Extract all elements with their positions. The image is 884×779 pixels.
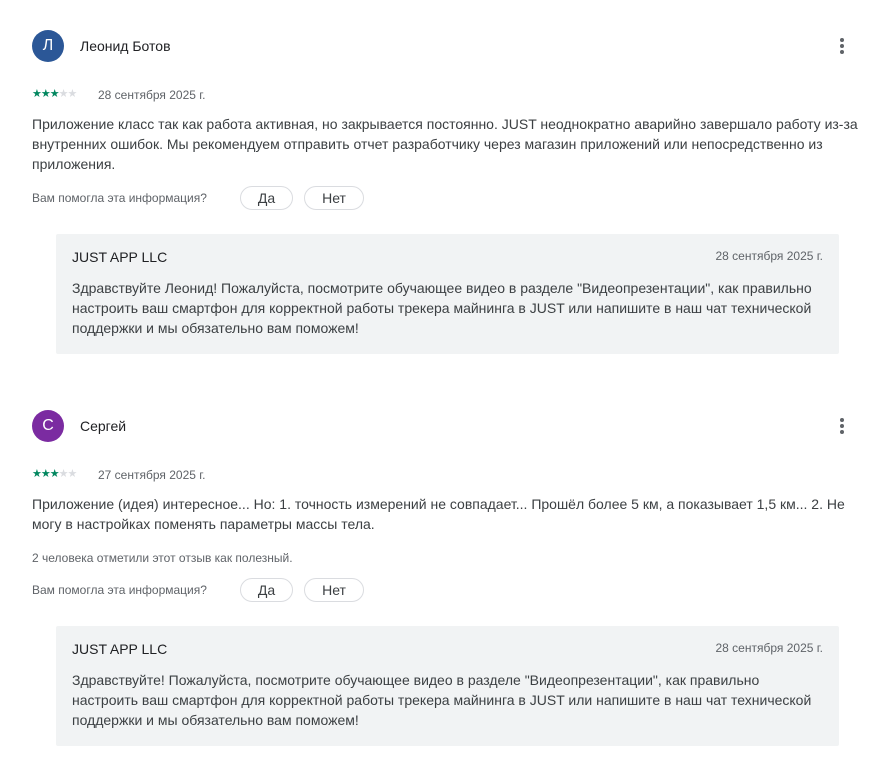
star-filled-icon: ★ (40, 88, 51, 100)
reply-text: Здравствуйте Леонид! Пожалуйста, посмотр… (72, 280, 812, 336)
reply-author: JUST APP LLC (72, 641, 168, 657)
developer-reply: JUST APP LLC 28 сентября 2025 г. Здравст… (56, 234, 839, 354)
review-text: Приложение (идея) интересное... Но: 1. т… (32, 496, 845, 532)
reply-text: Здравствуйте! Пожалуйста, посмотрите обу… (72, 672, 812, 728)
star-rating: ★★★★★ (32, 467, 78, 481)
helpful-row: Вам помогла эта информация? Да Нет (32, 186, 532, 210)
review-header: Л Леонид Ботов (32, 30, 862, 62)
developer-reply: JUST APP LLC 28 сентября 2025 г. Здравст… (56, 626, 839, 746)
avatar: С (32, 410, 64, 442)
review-header: С Сергей (32, 410, 862, 442)
review-meta: ★★★★★ 27 сентября 2025 г. (32, 467, 432, 483)
star-filled-icon: ★ (32, 88, 42, 100)
star-empty-icon: ★ (58, 468, 69, 480)
star-empty-icon: ★ (67, 88, 78, 100)
more-vert-icon-dot (840, 50, 844, 54)
helpful-count: 2 человека отметили этот отзыв как полез… (32, 551, 293, 565)
review-date: 27 сентября 2025 г. (98, 468, 206, 482)
helpful-no-button[interactable]: Нет (304, 578, 364, 602)
star-empty-icon: ★ (58, 88, 69, 100)
reply-date: 28 сентября 2025 г. (715, 249, 824, 263)
review-date: 28 сентября 2025 г. (98, 88, 206, 102)
reply-author: JUST APP LLC (72, 249, 168, 265)
more-vert-icon[interactable] (828, 412, 856, 440)
reply-date: 28 сентября 2025 г. (715, 641, 824, 655)
helpful-question: Вам помогла эта информация? (32, 191, 207, 205)
helpful-no-button[interactable]: Нет (304, 186, 364, 210)
star-rating: ★★★★★ (32, 87, 78, 101)
more-vert-icon-dot (840, 424, 844, 428)
review-author: Леонид Ботов (80, 38, 171, 54)
more-vert-icon-dot (840, 430, 844, 434)
star-filled-icon: ★ (49, 88, 60, 100)
review-card: Л Леонид Ботов ★★★★★ 28 сентября 2025 г.… (32, 30, 862, 354)
avatar: Л (32, 30, 64, 62)
review-card: С Сергей ★★★★★ 27 сентября 2025 г. Прило… (32, 410, 862, 746)
star-filled-icon: ★ (49, 468, 60, 480)
review-meta: ★★★★★ 28 сентября 2025 г. (32, 87, 432, 103)
more-vert-icon-dot (840, 418, 844, 422)
helpful-yes-button[interactable]: Да (240, 578, 293, 602)
more-vert-icon-dot (840, 44, 844, 48)
star-filled-icon: ★ (40, 468, 51, 480)
more-vert-icon[interactable] (828, 32, 856, 60)
helpful-yes-button[interactable]: Да (240, 186, 293, 210)
star-filled-icon: ★ (32, 468, 42, 480)
helpful-question: Вам помогла эта информация? (32, 583, 207, 597)
star-empty-icon: ★ (67, 468, 78, 480)
helpful-row: Вам помогла эта информация? Да Нет (32, 578, 532, 602)
review-text: Приложение класс так как работа активная… (32, 116, 858, 172)
more-vert-icon-dot (840, 38, 844, 42)
review-author: Сергей (80, 418, 127, 434)
